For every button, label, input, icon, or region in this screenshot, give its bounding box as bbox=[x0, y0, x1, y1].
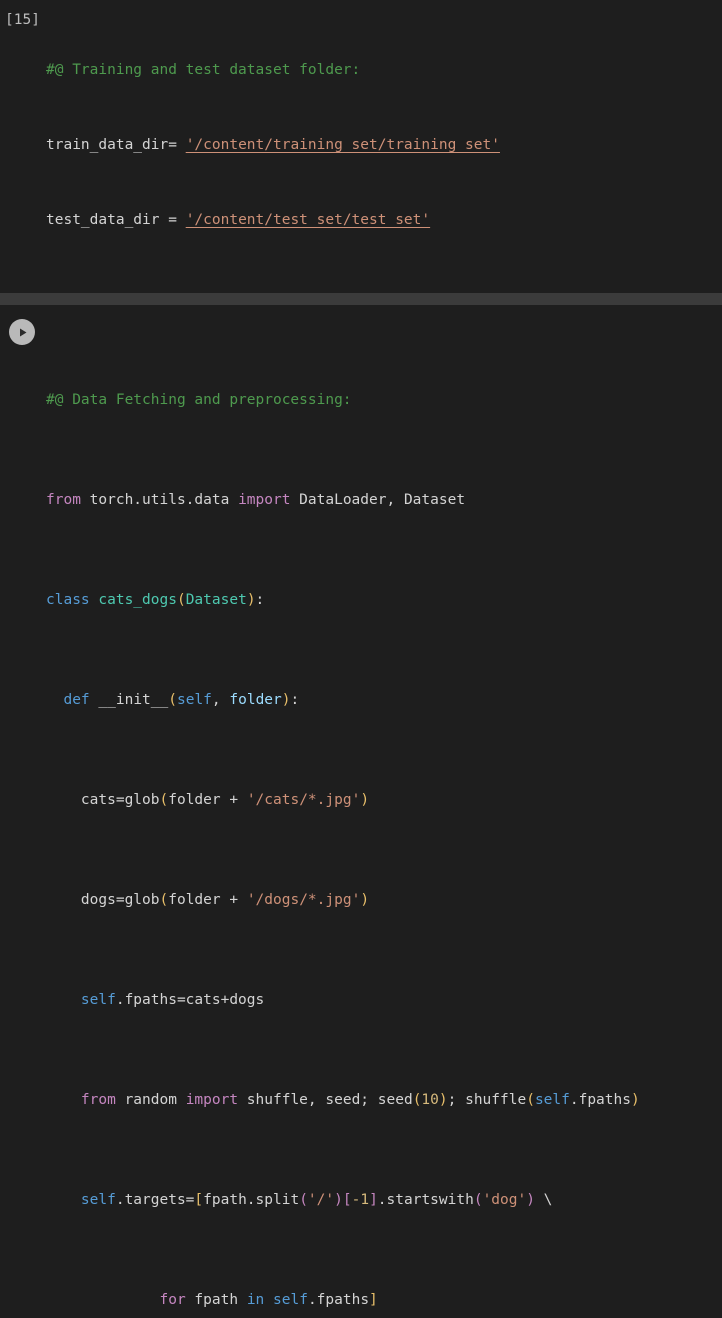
plain-token: .fpaths=cats+dogs bbox=[115, 992, 265, 1008]
plain-token: : bbox=[255, 592, 265, 608]
paren-token: ) bbox=[360, 792, 370, 808]
code-line: test_data_dir = '/content/test_set/test_… bbox=[46, 208, 722, 233]
paren-token: ) bbox=[438, 1092, 448, 1108]
plain-token: folder + bbox=[168, 792, 247, 808]
self-token: self bbox=[534, 1092, 570, 1108]
plain-token: ; shuffle bbox=[447, 1092, 527, 1108]
plain-token: random bbox=[115, 1092, 186, 1108]
paren-token: ( bbox=[159, 792, 169, 808]
string-token: '/content/test_set/test_set' bbox=[185, 212, 431, 228]
bracket-token: ] bbox=[369, 1192, 378, 1208]
plain-token: folder + bbox=[168, 892, 247, 908]
bracket-token: [ bbox=[342, 1192, 352, 1208]
plain-token: .fpaths bbox=[569, 1092, 631, 1108]
plain-token: cats=glob bbox=[46, 792, 160, 808]
execution-count-label-1: [15] bbox=[5, 12, 40, 28]
paren-token: ( bbox=[412, 1092, 422, 1108]
bracket-token: ] bbox=[369, 1292, 378, 1308]
keyword-token: in bbox=[246, 1292, 265, 1308]
keyword-token: for bbox=[159, 1292, 186, 1308]
code-line: cats=glob(folder + '/cats/*.jpg') bbox=[46, 788, 722, 813]
code-line: from torch.utils.data import DataLoader,… bbox=[46, 488, 722, 513]
number-token: -1 bbox=[351, 1192, 370, 1208]
paren-token: ( bbox=[526, 1092, 535, 1108]
paren-token: ( bbox=[176, 592, 186, 608]
paren-token: ( bbox=[168, 692, 177, 708]
plain-token: fpath bbox=[185, 1292, 247, 1308]
paren-token: ( bbox=[473, 1192, 483, 1208]
paren-token: ) bbox=[246, 592, 256, 608]
code-line: #@ Data Fetching and preprocessing: bbox=[46, 388, 722, 413]
play-icon bbox=[19, 328, 26, 336]
plain-token: .fpaths bbox=[307, 1292, 370, 1308]
code-line: dogs=glob(folder + '/dogs/*.jpg') bbox=[46, 888, 722, 913]
keyword-token: import bbox=[185, 1092, 239, 1108]
code-line: self.targets=[fpath.split('/')[-1].start… bbox=[46, 1188, 722, 1213]
cell-1-source[interactable]: #@ Training and test dataset folder: tra… bbox=[46, 0, 722, 293]
keyword-token: import bbox=[238, 492, 291, 508]
paren-token: ) bbox=[630, 1092, 640, 1108]
plain-token: shuffle, seed; seed bbox=[238, 1092, 413, 1108]
notebook-container: [15] #@ Training and test dataset folder… bbox=[0, 0, 722, 1318]
self-token: self bbox=[273, 1292, 308, 1308]
keyword-token: def bbox=[63, 692, 90, 708]
plain-token: torch.utils.data bbox=[80, 492, 239, 508]
paren-token: ) bbox=[281, 692, 291, 708]
plain-token: fpath.split bbox=[203, 1192, 300, 1208]
plain-token: dogs=glob bbox=[46, 892, 160, 908]
code-cell-2[interactable]: #@ Data Fetching and preprocessing: from… bbox=[0, 305, 722, 1318]
code-line: from random import shuffle, seed; seed(1… bbox=[46, 1088, 722, 1113]
plain-token: , bbox=[211, 692, 230, 708]
keyword-token: class bbox=[46, 592, 90, 608]
run-cell-button[interactable] bbox=[9, 319, 35, 345]
code-line: for fpath in self.fpaths] bbox=[46, 1288, 722, 1313]
plain-token: .targets= bbox=[115, 1192, 195, 1208]
cell-2-gutter bbox=[0, 305, 46, 345]
identifier-token: train_data_dir= bbox=[46, 137, 186, 153]
identifier-token: test_data_dir = bbox=[46, 212, 186, 228]
string-token: '/dogs/*.jpg' bbox=[246, 892, 361, 908]
string-token: 'dog' bbox=[482, 1192, 527, 1208]
code-line: train_data_dir= '/content/training_set/t… bbox=[46, 133, 722, 158]
self-token: self bbox=[176, 692, 212, 708]
number-token: 10 bbox=[421, 1092, 439, 1108]
paren-token: ) bbox=[526, 1192, 535, 1208]
keyword-token: from bbox=[46, 492, 81, 508]
string-token: '/cats/*.jpg' bbox=[246, 792, 361, 808]
plain-token: .startswith bbox=[377, 1192, 474, 1208]
code-line: self.fpaths=cats+dogs bbox=[46, 988, 722, 1013]
cell-1-gutter: [15] bbox=[0, 0, 46, 33]
comment-token: #@ Data Fetching and preprocessing: bbox=[46, 392, 352, 408]
bracket-token: [ bbox=[194, 1192, 204, 1208]
cell-2-source[interactable]: #@ Data Fetching and preprocessing: from… bbox=[46, 305, 722, 1318]
code-cell-1[interactable]: [15] #@ Training and test dataset folder… bbox=[0, 0, 722, 293]
param-token: folder bbox=[229, 692, 282, 708]
plain-token: DataLoader, Dataset bbox=[290, 492, 466, 508]
plain-token: : bbox=[290, 692, 300, 708]
code-line: class cats_dogs(Dataset): bbox=[46, 588, 722, 613]
paren-token: ( bbox=[299, 1192, 308, 1208]
paren-token: ( bbox=[159, 892, 169, 908]
paren-token: ) bbox=[334, 1192, 343, 1208]
keyword-token: from bbox=[80, 1092, 116, 1108]
self-token: self bbox=[80, 1192, 116, 1208]
plain-token: \ bbox=[534, 1192, 553, 1208]
comment-token: #@ Training and test dataset folder: bbox=[46, 62, 361, 78]
self-token: self bbox=[80, 992, 116, 1008]
code-line: def __init__(self, folder): bbox=[46, 688, 722, 713]
cell-separator-1 bbox=[0, 293, 722, 305]
string-token: '/content/training_set/training_set' bbox=[185, 137, 500, 153]
class-name-token: cats_dogs bbox=[98, 592, 177, 608]
paren-token: ) bbox=[360, 892, 370, 908]
code-line: #@ Training and test dataset folder: bbox=[46, 58, 722, 83]
plain-token: __init__ bbox=[89, 692, 169, 708]
string-token: '/' bbox=[307, 1192, 335, 1208]
class-name-token: Dataset bbox=[185, 592, 247, 608]
